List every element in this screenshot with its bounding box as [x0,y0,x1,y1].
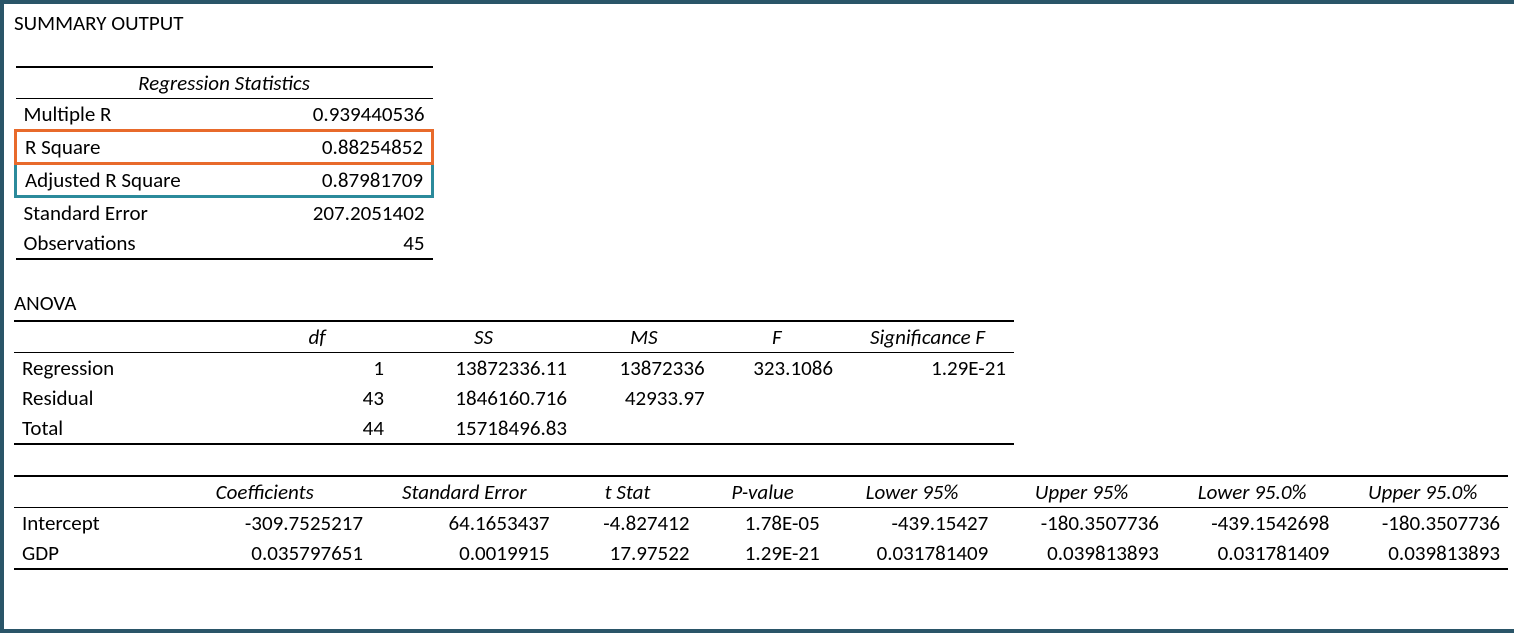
stat-label: Observations [16,228,256,259]
anova-sig [841,383,1014,413]
anova-label: Regression [14,353,242,384]
anova-ms: 42933.97 [575,383,713,413]
anova-label: Total [14,413,242,444]
coef-u95: -180.3507736 [996,508,1167,539]
coef-row-intercept: Intercept -309.7525217 64.1653437 -4.827… [14,508,1508,539]
regression-statistics-header: Regression Statistics [16,67,433,99]
coef-header-upper95: Upper 95% [996,476,1167,508]
anova-ss: 15718496.83 [392,413,575,444]
stat-value: 0.939440536 [255,99,432,131]
stat-row-standard-error: Standard Error 207.2051402 [16,197,433,229]
anova-ms [575,413,713,444]
anova-label: Residual [14,383,242,413]
anova-ss: 1846160.716 [392,383,575,413]
coefficients-table: Coefficients Standard Error t Stat P-val… [14,475,1508,570]
coef-header-se: Standard Error [371,476,557,508]
anova-ms: 13872336 [575,353,713,384]
coef-header-tstat: t Stat [558,476,698,508]
anova-header-sig: Significance F [841,321,1014,353]
coef-header-pvalue: P-value [697,476,827,508]
anova-header-ms: MS [575,321,713,353]
regression-statistics-table: Regression Statistics Multiple R 0.93944… [14,66,434,260]
anova-df: 44 [242,413,392,444]
coef-header-lower95b: Lower 95.0% [1167,476,1338,508]
stat-value: 45 [255,228,432,259]
anova-sig [841,413,1014,444]
coef-header-upper95b: Upper 95.0% [1337,476,1508,508]
coef-se: 0.0019915 [371,538,557,569]
coef-p: 1.78E-05 [697,508,827,539]
coef-t: 17.97522 [558,538,698,569]
anova-row-residual: Residual 43 1846160.716 42933.97 [14,383,1014,413]
coef-u95: 0.039813893 [996,538,1167,569]
coef-se: 64.1653437 [371,508,557,539]
stat-value: 207.2051402 [255,197,432,229]
anova-row-regression: Regression 1 13872336.11 13872336 323.10… [14,353,1014,384]
stat-row-multiple-r: Multiple R 0.939440536 [16,99,433,131]
stat-label: R Square [16,131,256,164]
coef-value: -309.7525217 [158,508,371,539]
coef-u95b: -180.3507736 [1337,508,1508,539]
stat-row-adjusted-r-square: Adjusted R Square 0.87981709 [16,164,433,197]
anova-f [713,383,841,413]
coef-row-gdp: GDP 0.035797651 0.0019915 17.97522 1.29E… [14,538,1508,569]
anova-header-df: df [242,321,392,353]
anova-header-ss: SS [392,321,575,353]
stat-row-observations: Observations 45 [16,228,433,259]
anova-header-f: F [713,321,841,353]
anova-row-total: Total 44 15718496.83 [14,413,1014,444]
anova-sig: 1.29E-21 [841,353,1014,384]
anova-corner [14,321,242,353]
coef-l95b: -439.1542698 [1167,508,1338,539]
coef-label: Intercept [14,508,158,539]
anova-f: 323.1086 [713,353,841,384]
coef-corner [14,476,158,508]
coef-l95: 0.031781409 [828,538,997,569]
coef-value: 0.035797651 [158,538,371,569]
coef-u95b: 0.039813893 [1337,538,1508,569]
anova-df: 1 [242,353,392,384]
anova-table: df SS MS F Significance F Regression 1 1… [14,320,1014,445]
summary-output-title: SUMMARY OUTPUT [14,10,1504,36]
anova-f [713,413,841,444]
stat-value: 0.87981709 [255,164,432,197]
coef-label: GDP [14,538,158,569]
coef-header-lower95: Lower 95% [828,476,997,508]
stat-value: 0.88254852 [255,131,432,164]
stat-row-r-square: R Square 0.88254852 [16,131,433,164]
coef-t: -4.827412 [558,508,698,539]
coef-l95b: 0.031781409 [1167,538,1338,569]
anova-title: ANOVA [14,290,1504,316]
coef-l95: -439.15427 [828,508,997,539]
anova-df: 43 [242,383,392,413]
stat-label: Adjusted R Square [16,164,256,197]
coef-header-coefficients: Coefficients [158,476,371,508]
anova-ss: 13872336.11 [392,353,575,384]
stat-label: Multiple R [16,99,256,131]
stat-label: Standard Error [16,197,256,229]
coef-p: 1.29E-21 [697,538,827,569]
